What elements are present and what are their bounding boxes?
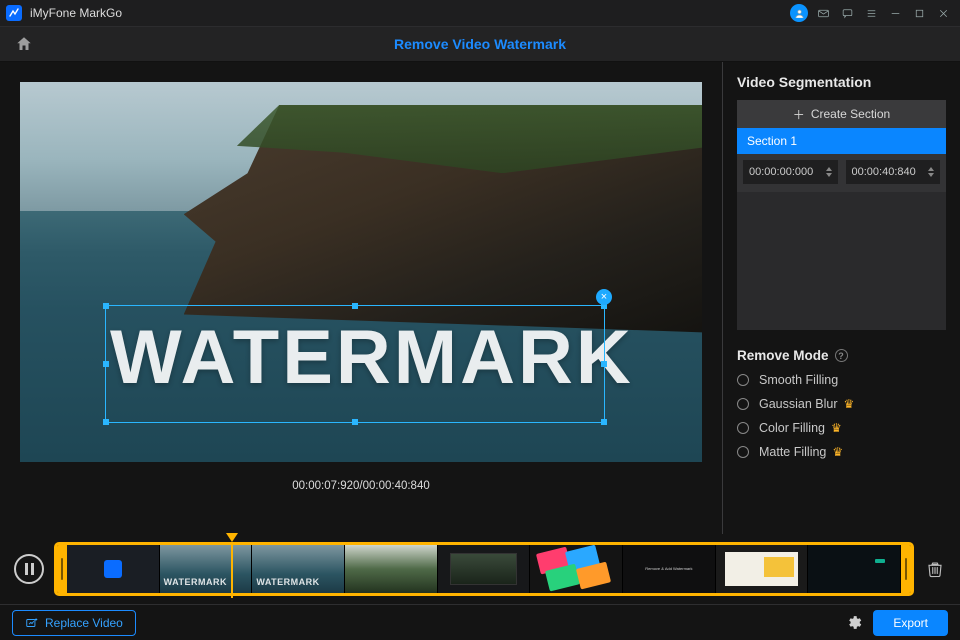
timeline-track[interactable]: WATERMARK WATERMARK Remove & Add Waterma… <box>54 542 914 596</box>
radio-icon <box>737 446 749 458</box>
replace-video-label: Replace Video <box>45 616 123 630</box>
preview-pane: WATERMARK × 00:00:07:920/00:00:40:840 <box>0 62 722 534</box>
radio-icon <box>737 398 749 410</box>
replace-video-button[interactable]: Replace Video <box>12 610 136 636</box>
maximize-icon[interactable] <box>908 2 930 24</box>
selection-remove-button[interactable]: × <box>596 289 612 305</box>
timeline-thumb[interactable] <box>716 545 809 593</box>
settings-button[interactable] <box>843 612 865 634</box>
mode-smooth-filling[interactable]: Smooth Filling <box>737 373 946 387</box>
clip-trim-right[interactable] <box>901 545 911 593</box>
delete-clip-button[interactable] <box>924 560 946 578</box>
replace-icon <box>25 616 39 630</box>
section-start-input[interactable]: 00:00:00:000 <box>743 160 838 184</box>
help-icon[interactable]: ? <box>835 349 848 362</box>
resize-handle[interactable] <box>103 303 109 309</box>
timeline-thumb[interactable] <box>345 545 438 593</box>
export-button[interactable]: Export <box>873 610 948 636</box>
app-logo <box>6 5 22 21</box>
mode-label: Smooth Filling <box>759 373 838 387</box>
timeline-thumb[interactable] <box>808 545 901 593</box>
timeline-thumb[interactable] <box>530 545 623 593</box>
home-button[interactable] <box>0 35 48 53</box>
premium-crown-icon: ♛ <box>832 445 843 459</box>
resize-handle[interactable] <box>103 419 109 425</box>
section-list-empty <box>737 192 946 330</box>
timeline: WATERMARK WATERMARK Remove & Add Waterma… <box>0 534 960 604</box>
titlebar: iMyFone MarkGo <box>0 0 960 26</box>
timeline-thumb[interactable] <box>438 545 531 593</box>
timeline-thumb[interactable]: WATERMARK <box>252 545 345 593</box>
account-icon[interactable] <box>788 2 810 24</box>
export-label: Export <box>893 616 928 630</box>
app-name: iMyFone MarkGo <box>30 6 122 20</box>
timeline-thumb[interactable]: WATERMARK <box>160 545 253 593</box>
watermark-selection-box[interactable]: × <box>105 305 605 423</box>
mode-matte-filling[interactable]: Matte Filling ♛ <box>737 445 946 459</box>
mode-label: Matte Filling <box>759 445 826 459</box>
clip-trim-left[interactable] <box>57 545 67 593</box>
resize-handle[interactable] <box>352 303 358 309</box>
timeline-thumb[interactable]: Remove & Add Watermark <box>623 545 716 593</box>
section-end-input[interactable]: 00:00:40:840 <box>846 160 941 184</box>
gear-icon <box>846 614 863 631</box>
premium-crown-icon: ♛ <box>831 421 842 435</box>
stepper-icon[interactable] <box>826 167 832 177</box>
remove-mode-heading-label: Remove Mode <box>737 348 829 363</box>
app-logo-icon <box>104 560 122 578</box>
mode-label: Color Filling <box>759 421 825 435</box>
section-start-value: 00:00:00:000 <box>749 166 813 178</box>
close-icon[interactable] <box>932 2 954 24</box>
resize-handle[interactable] <box>352 419 358 425</box>
thumb-watermark-text: WATERMARK <box>256 577 319 587</box>
radio-icon <box>737 374 749 386</box>
timeline-thumb[interactable] <box>67 545 160 593</box>
resize-handle[interactable] <box>601 419 607 425</box>
resize-handle[interactable] <box>103 361 109 367</box>
menu-icon[interactable] <box>860 2 882 24</box>
stepper-icon[interactable] <box>928 167 934 177</box>
minimize-icon[interactable] <box>884 2 906 24</box>
section-item-active[interactable]: Section 1 <box>737 128 946 154</box>
thumb-watermark-text: WATERMARK <box>164 577 227 587</box>
time-readout: 00:00:07:920/00:00:40:840 <box>20 462 702 492</box>
mode-gaussian-blur[interactable]: Gaussian Blur ♛ <box>737 397 946 411</box>
radio-icon <box>737 422 749 434</box>
resize-handle[interactable] <box>601 361 607 367</box>
video-preview[interactable]: WATERMARK × <box>20 82 702 462</box>
footer: Replace Video Export <box>0 604 960 640</box>
mail-icon[interactable] <box>812 2 834 24</box>
create-section-label: Create Section <box>811 107 890 121</box>
plus-icon: ＋ <box>793 106 805 123</box>
section-end-value: 00:00:40:840 <box>852 166 916 178</box>
mode-label: Gaussian Blur <box>759 397 838 411</box>
premium-crown-icon: ♛ <box>844 397 855 411</box>
feedback-icon[interactable] <box>836 2 858 24</box>
segmentation-heading: Video Segmentation <box>737 74 946 90</box>
side-panel: Video Segmentation ＋ Create Section Sect… <box>722 62 960 534</box>
create-section-button[interactable]: ＋ Create Section <box>737 100 946 128</box>
mode-color-filling[interactable]: Color Filling ♛ <box>737 421 946 435</box>
pause-icon <box>25 563 34 575</box>
pause-button[interactable] <box>14 554 44 584</box>
header: Remove Video Watermark <box>0 26 960 62</box>
remove-mode-heading: Remove Mode ? <box>737 348 946 363</box>
page-title: Remove Video Watermark <box>48 36 912 52</box>
